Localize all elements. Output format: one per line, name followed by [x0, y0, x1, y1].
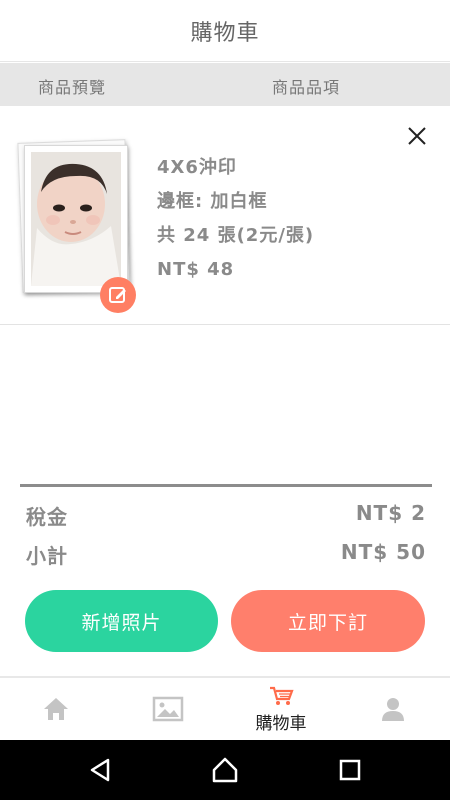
- column-items-label: 商品品項: [272, 78, 341, 97]
- person-icon: [382, 698, 404, 721]
- item-price: NT$ 48: [157, 259, 235, 280]
- column-preview-label: 商品預覽: [38, 78, 107, 97]
- item-size: 4X6沖印: [157, 157, 237, 178]
- item-quantity: 共 24 張(2元/張): [157, 225, 315, 246]
- back-button[interactable]: [86, 756, 114, 784]
- home-outline-icon: [212, 757, 238, 783]
- page-title: 購物車: [190, 20, 260, 46]
- cart-item: 4X6沖印 邊框: 加白框 共 24 張(2元/張) NT$ 48: [0, 107, 450, 325]
- back-triangle-icon: [90, 758, 110, 782]
- image-icon: [152, 696, 184, 722]
- tab-profile[interactable]: [337, 678, 449, 740]
- subtotal-label: 小計: [26, 544, 68, 568]
- home-icon: [44, 698, 68, 720]
- app-header: 購物車: [0, 0, 450, 62]
- summary-divider: [20, 484, 432, 487]
- item-border: 邊框: 加白框: [157, 191, 268, 212]
- tab-photos[interactable]: [112, 678, 224, 740]
- cart-icon: [270, 686, 294, 705]
- item-details: 4X6沖印 邊框: 加白框 共 24 張(2元/張) NT$ 48: [157, 155, 314, 291]
- recents-button[interactable]: [336, 756, 364, 784]
- square-icon: [339, 759, 361, 781]
- baby-photo: [31, 152, 121, 286]
- edit-photo-button[interactable]: [100, 277, 136, 313]
- edit-icon: [109, 287, 126, 303]
- tab-cart[interactable]: 購物車: [225, 678, 337, 740]
- bottom-tab-bar: 購物車: [0, 676, 450, 740]
- subtotal-value: NT$ 50: [340, 540, 426, 564]
- photo-thumbnail[interactable]: [17, 139, 134, 295]
- tax-label: 稅金: [26, 505, 68, 529]
- tax-value: NT$ 2: [355, 501, 426, 525]
- order-now-button[interactable]: 立即下訂: [231, 590, 425, 652]
- column-header: 商品預覽 商品品項: [0, 63, 450, 106]
- tab-cart-label: 購物車: [255, 713, 307, 734]
- tab-home[interactable]: [0, 678, 112, 740]
- add-photo-button[interactable]: 新增照片: [25, 590, 218, 652]
- close-icon: [408, 127, 426, 145]
- remove-item-button[interactable]: [405, 124, 429, 148]
- android-nav-bar: [0, 740, 450, 800]
- photo-frame: [24, 145, 128, 293]
- home-button[interactable]: [211, 756, 239, 784]
